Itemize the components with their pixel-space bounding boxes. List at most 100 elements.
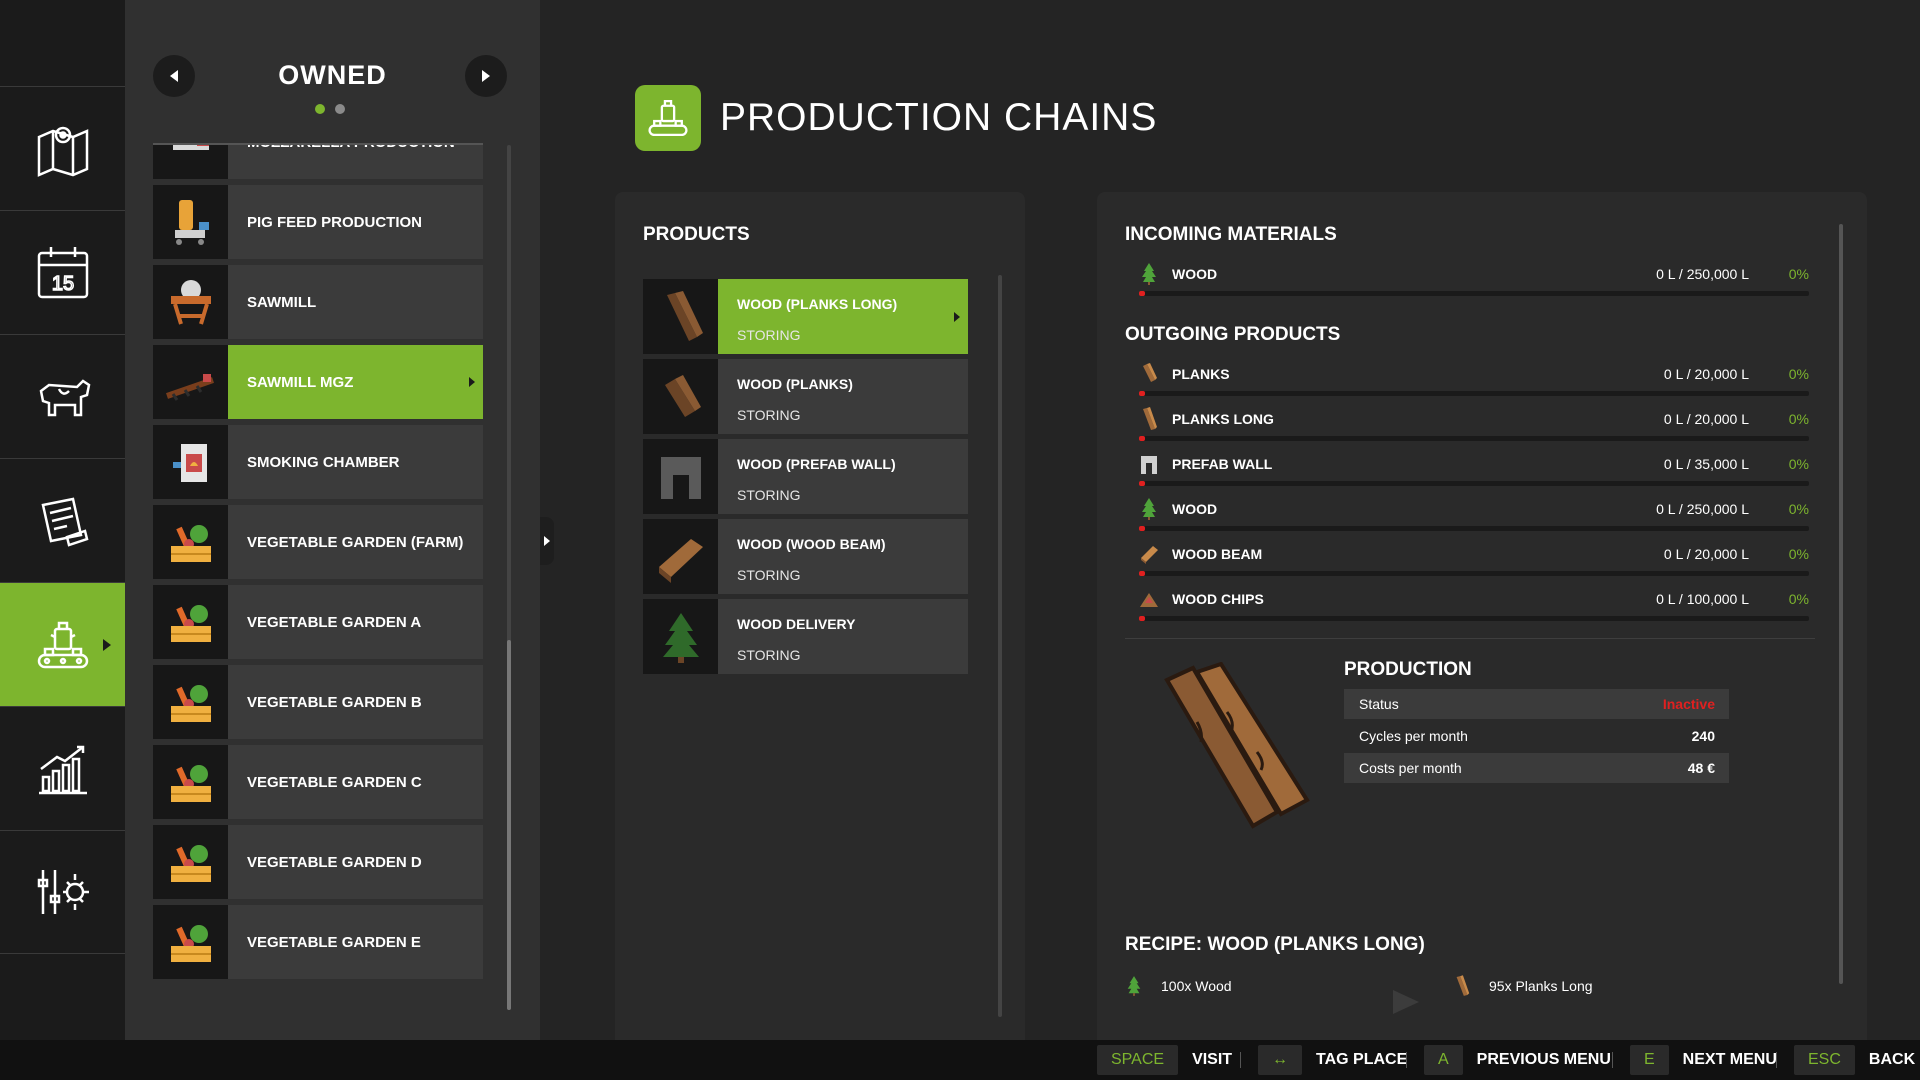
production-title: PRODUCTION <box>1344 659 1472 680</box>
key-esc: ESC <box>1794 1045 1855 1075</box>
wood-beam-icon <box>658 538 703 583</box>
hint-visit[interactable]: SPACE VISIT <box>1097 1045 1232 1075</box>
owned-item-sawmill[interactable]: SAWMILL <box>153 265 483 339</box>
details-scrollbar[interactable] <box>1839 224 1843 984</box>
wood-beam-icon <box>1141 546 1158 564</box>
product-item-wood-delivery[interactable]: WOOD DELIVERY STORING <box>643 599 968 674</box>
owned-item-label: VEGETABLE GARDEN E <box>228 905 483 979</box>
main-nav: 15 <box>0 0 125 1080</box>
outgoing-row-wood: WOOD 0 L / 250,000 L 0% <box>1139 497 1809 531</box>
product-status: STORING <box>737 487 801 503</box>
planks-icon <box>664 374 701 417</box>
header-icon-badge <box>635 85 701 151</box>
sawmill-mgz-icon <box>165 374 214 401</box>
products-panel: PRODUCTS WOOD (PLANKS LONG) STORING WOOD… <box>615 192 1025 1040</box>
owned-next-button[interactable] <box>465 55 507 97</box>
page-dot-1[interactable] <box>315 104 325 114</box>
status-badge: Inactive <box>1662 696 1715 712</box>
nav-statistics[interactable] <box>0 706 125 830</box>
nav-settings[interactable] <box>0 830 125 954</box>
owned-item-vegetable-garden-e[interactable]: VEGETABLE GARDEN E <box>153 905 483 979</box>
production-icon <box>37 621 88 668</box>
tree-icon <box>1142 263 1156 285</box>
nav-production[interactable] <box>0 582 125 706</box>
planks-icon <box>1143 363 1157 382</box>
owned-item-label: MOZZARELLA PRODUCTION <box>228 145 483 179</box>
product-name: WOOD (PREFAB WALL) <box>737 456 896 472</box>
product-name: WOOD (PLANKS LONG) <box>737 296 898 312</box>
product-item-wood-planks[interactable]: WOOD (PLANKS) STORING <box>643 359 968 434</box>
owned-item-vegetable-garden-d[interactable]: VEGETABLE GARDEN D <box>153 825 483 899</box>
page-dot-2[interactable] <box>335 104 345 114</box>
outgoing-title: OUTGOING PRODUCTS <box>1125 324 1341 345</box>
product-item-wood-prefab-wall[interactable]: WOOD (PREFAB WALL) STORING <box>643 439 968 514</box>
owned-item-vegetable-garden-farm[interactable]: VEGETABLE GARDEN (FARM) <box>153 505 483 579</box>
owned-item-smoking-chamber[interactable]: SMOKING CHAMBER <box>153 425 483 499</box>
settings-icon <box>37 870 89 914</box>
fill-bar <box>1139 616 1809 621</box>
sawmill-icon <box>170 280 211 325</box>
hint-previous-menu[interactable]: A PREVIOUS MENU <box>1424 1045 1611 1075</box>
tree-icon <box>1142 498 1156 520</box>
nav-animals[interactable] <box>0 334 125 458</box>
owned-scrollbar[interactable] <box>507 145 511 1010</box>
collapse-panel-button[interactable] <box>540 517 554 565</box>
recipe-title: RECIPE: WOOD (PLANKS LONG) <box>1125 934 1425 955</box>
owned-item-vegetable-garden-b[interactable]: VEGETABLE GARDEN B <box>153 665 483 739</box>
production-icon <box>648 99 688 137</box>
hint-tag-place[interactable]: ↔ TAG PLACE <box>1258 1045 1407 1075</box>
planks-long-icon <box>1456 975 1470 996</box>
product-name: WOOD (WOOD BEAM) <box>737 536 886 552</box>
incoming-row-wood: WOOD 0 L / 250,000 L 0% <box>1139 262 1809 296</box>
owned-panel: OWNED MOZZARELLA PRODUCTION PIG FEED PRO… <box>125 0 540 1040</box>
vegetable-crate-icon <box>170 925 211 962</box>
incoming-title: INCOMING MATERIALS <box>1125 224 1337 245</box>
prefab-wall-icon <box>660 456 701 499</box>
cow-icon <box>39 378 90 416</box>
products-title: PRODUCTS <box>643 224 750 245</box>
owned-item-pig-feed-production[interactable]: PIG FEED PRODUCTION <box>153 185 483 259</box>
contracts-icon <box>41 497 88 547</box>
statistics-icon <box>38 745 87 794</box>
wood-chips-icon <box>1140 593 1158 607</box>
production-cycles-row: Cycles per month 240 <box>1359 728 1715 744</box>
fill-bar <box>1139 291 1809 296</box>
outgoing-row-prefab-wall: PREFAB WALL 0 L / 35,000 L 0% <box>1139 452 1809 486</box>
vegetable-crate-icon <box>170 845 211 882</box>
page-dots <box>315 104 345 114</box>
bottom-hint-bar: SPACE VISIT ↔ TAG PLACE A PREVIOUS MENU … <box>0 1040 1920 1080</box>
owned-item-label: SAWMILL <box>228 265 483 339</box>
planks-long-icon <box>1143 407 1157 430</box>
fill-bar <box>1139 436 1809 441</box>
product-item-wood-wood-beam[interactable]: WOOD (WOOD BEAM) STORING <box>643 519 968 594</box>
fill-bar <box>1139 391 1809 396</box>
owned-item-sawmill-mgz[interactable]: SAWMILL MGZ <box>153 345 483 419</box>
owned-item-vegetable-garden-c[interactable]: VEGETABLE GARDEN C <box>153 745 483 819</box>
hint-back[interactable]: ESC BACK <box>1794 1045 1915 1075</box>
production-status-row: Status Inactive <box>1344 689 1729 719</box>
products-scrollbar[interactable] <box>998 275 1002 1017</box>
outgoing-row-wood-beam: WOOD BEAM 0 L / 20,000 L 0% <box>1139 542 1809 576</box>
svg-text:15: 15 <box>51 273 73 295</box>
pig-feed-icon <box>174 200 209 245</box>
smoking-chamber-icon <box>172 444 207 482</box>
nav-calendar[interactable]: 15 <box>0 210 125 334</box>
product-status: STORING <box>737 327 801 343</box>
product-item-wood-planks-long[interactable]: WOOD (PLANKS LONG) STORING <box>643 279 968 354</box>
owned-item-vegetable-garden-a[interactable]: VEGETABLE GARDEN A <box>153 585 483 659</box>
calendar-icon: 15 <box>37 246 88 298</box>
key-e: E <box>1630 1045 1669 1075</box>
hint-next-menu[interactable]: E NEXT MENU <box>1630 1045 1777 1075</box>
prefab-wall-icon <box>1141 456 1157 474</box>
product-status: STORING <box>737 647 801 663</box>
details-panel: INCOMING MATERIALS WOOD 0 L / 250,000 L … <box>1097 192 1867 1040</box>
outgoing-row-wood-chips: WOOD CHIPS 0 L / 100,000 L 0% <box>1139 587 1809 621</box>
owned-item-label: VEGETABLE GARDEN C <box>228 745 483 819</box>
production-costs-row: Costs per month 48 € <box>1344 753 1729 783</box>
owned-item-mozzarella-production[interactable]: MOZZARELLA PRODUCTION <box>153 145 483 179</box>
nav-map[interactable] <box>0 86 125 210</box>
arrow-right-icon <box>482 70 490 82</box>
planks-long-icon <box>1164 662 1310 829</box>
planks-long-icon <box>666 290 703 341</box>
nav-contracts[interactable] <box>0 458 125 582</box>
